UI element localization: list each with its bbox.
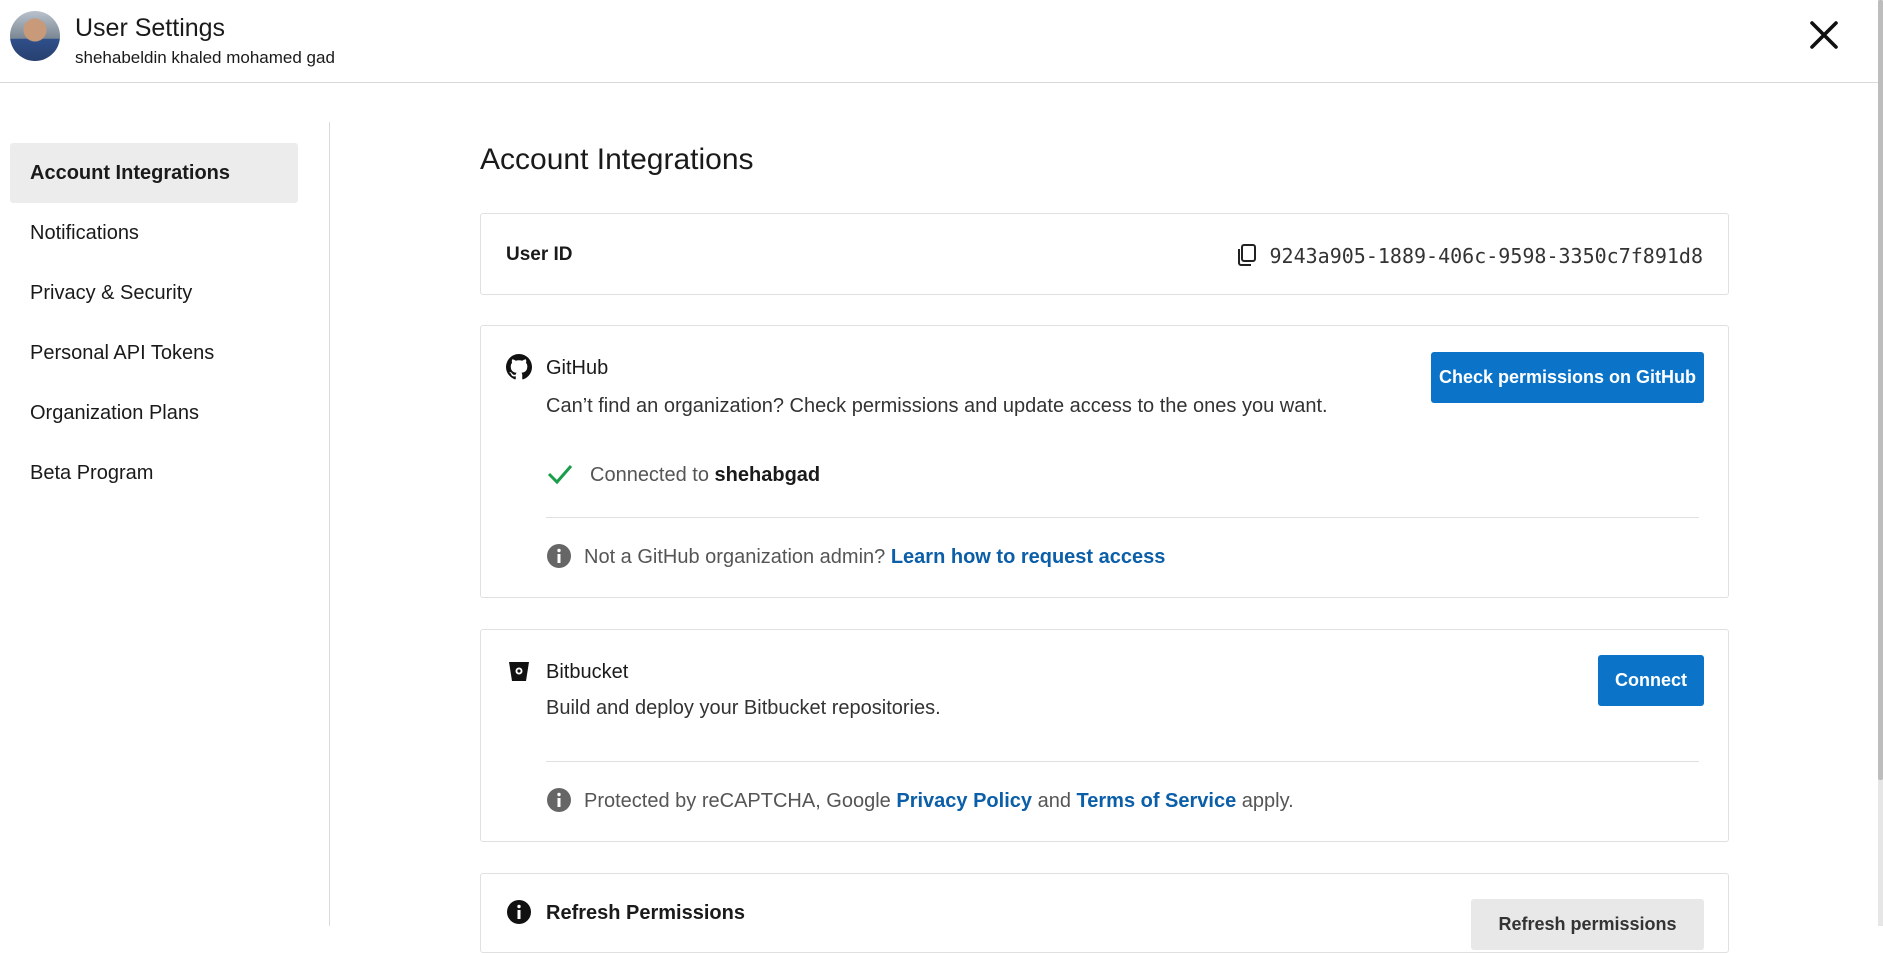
github-description: Can’t find an organization? Check permis… [546, 395, 1328, 417]
sidebar-divider [329, 122, 330, 926]
section-title: Account Integrations [480, 143, 754, 176]
request-access-link[interactable]: Learn how to request access [891, 546, 1166, 568]
refresh-permissions-card: Refresh Permissions Refresh permissions [480, 873, 1729, 953]
user-id-value[interactable]: 9243a905-1889-406c-9598-3350c7f891d8 [1270, 244, 1703, 268]
avatar[interactable] [10, 11, 60, 61]
bitbucket-description: Build and deploy your Bitbucket reposito… [546, 697, 941, 719]
close-icon [1810, 21, 1838, 49]
info-icon [547, 544, 571, 568]
bitbucket-title: Bitbucket [546, 661, 629, 683]
vertical-scrollbar[interactable] [1878, 0, 1883, 926]
info-icon [547, 788, 571, 812]
page-title: User Settings [75, 14, 226, 42]
page-header: User Settings shehabeldin khaled mohamed… [0, 0, 1883, 83]
connected-prefix: Connected to [590, 464, 709, 486]
sidebar-item-notifications[interactable]: Notifications [10, 203, 298, 263]
terms-of-service-link[interactable]: Terms of Service [1077, 790, 1237, 812]
user-name: shehabeldin khaled mohamed gad [75, 48, 335, 67]
scrollbar-thumb[interactable] [1878, 0, 1883, 780]
github-icon [506, 354, 532, 380]
copy-icon[interactable] [1234, 242, 1260, 268]
github-info-row: Not a GitHub organization admin? Learn h… [546, 543, 1165, 569]
info-icon [507, 900, 531, 924]
sidebar-item-account-integrations[interactable]: Account Integrations [10, 143, 298, 203]
sidebar-item-privacy-security[interactable]: Privacy & Security [10, 263, 298, 323]
github-divider [546, 517, 1699, 518]
bitbucket-connect-button[interactable]: Connect [1598, 655, 1704, 706]
github-info-text: Not a GitHub organization admin? [584, 546, 886, 568]
sidebar-item-beta-program[interactable]: Beta Program [10, 443, 298, 503]
sidebar-item-personal-api-tokens[interactable]: Personal API Tokens [10, 323, 298, 383]
bitbucket-divider [546, 761, 1699, 762]
github-title: GitHub [546, 357, 609, 379]
recaptcha-prefix: Protected by reCAPTCHA, Google [584, 790, 891, 812]
refresh-permissions-title: Refresh Permissions [546, 902, 745, 924]
check-permissions-github-button[interactable]: Check permissions on GitHub [1431, 352, 1704, 403]
check-icon [547, 465, 573, 485]
settings-sidebar: Account Integrations Notifications Priva… [10, 143, 298, 503]
connected-username: shehabgad [714, 464, 821, 486]
user-id-label: User ID [506, 244, 573, 265]
user-id-card: User ID 9243a905-1889-406c-9598-3350c7f8… [480, 213, 1729, 295]
sidebar-item-organization-plans[interactable]: Organization Plans [10, 383, 298, 443]
bitbucket-card: Bitbucket Build and deploy your Bitbucke… [480, 629, 1729, 842]
recaptcha-suffix: apply. [1241, 790, 1294, 812]
refresh-permissions-button[interactable]: Refresh permissions [1471, 899, 1704, 950]
recaptcha-info-row: Protected by reCAPTCHA, Google Privacy P… [546, 787, 1294, 813]
github-connection-status: Connected to shehabgad [546, 461, 820, 487]
close-button[interactable] [1806, 17, 1842, 53]
privacy-policy-link[interactable]: Privacy Policy [896, 790, 1032, 812]
github-card: GitHub Can’t find an organization? Check… [480, 325, 1729, 598]
bitbucket-icon [509, 662, 529, 681]
recaptcha-and: and [1037, 790, 1071, 812]
